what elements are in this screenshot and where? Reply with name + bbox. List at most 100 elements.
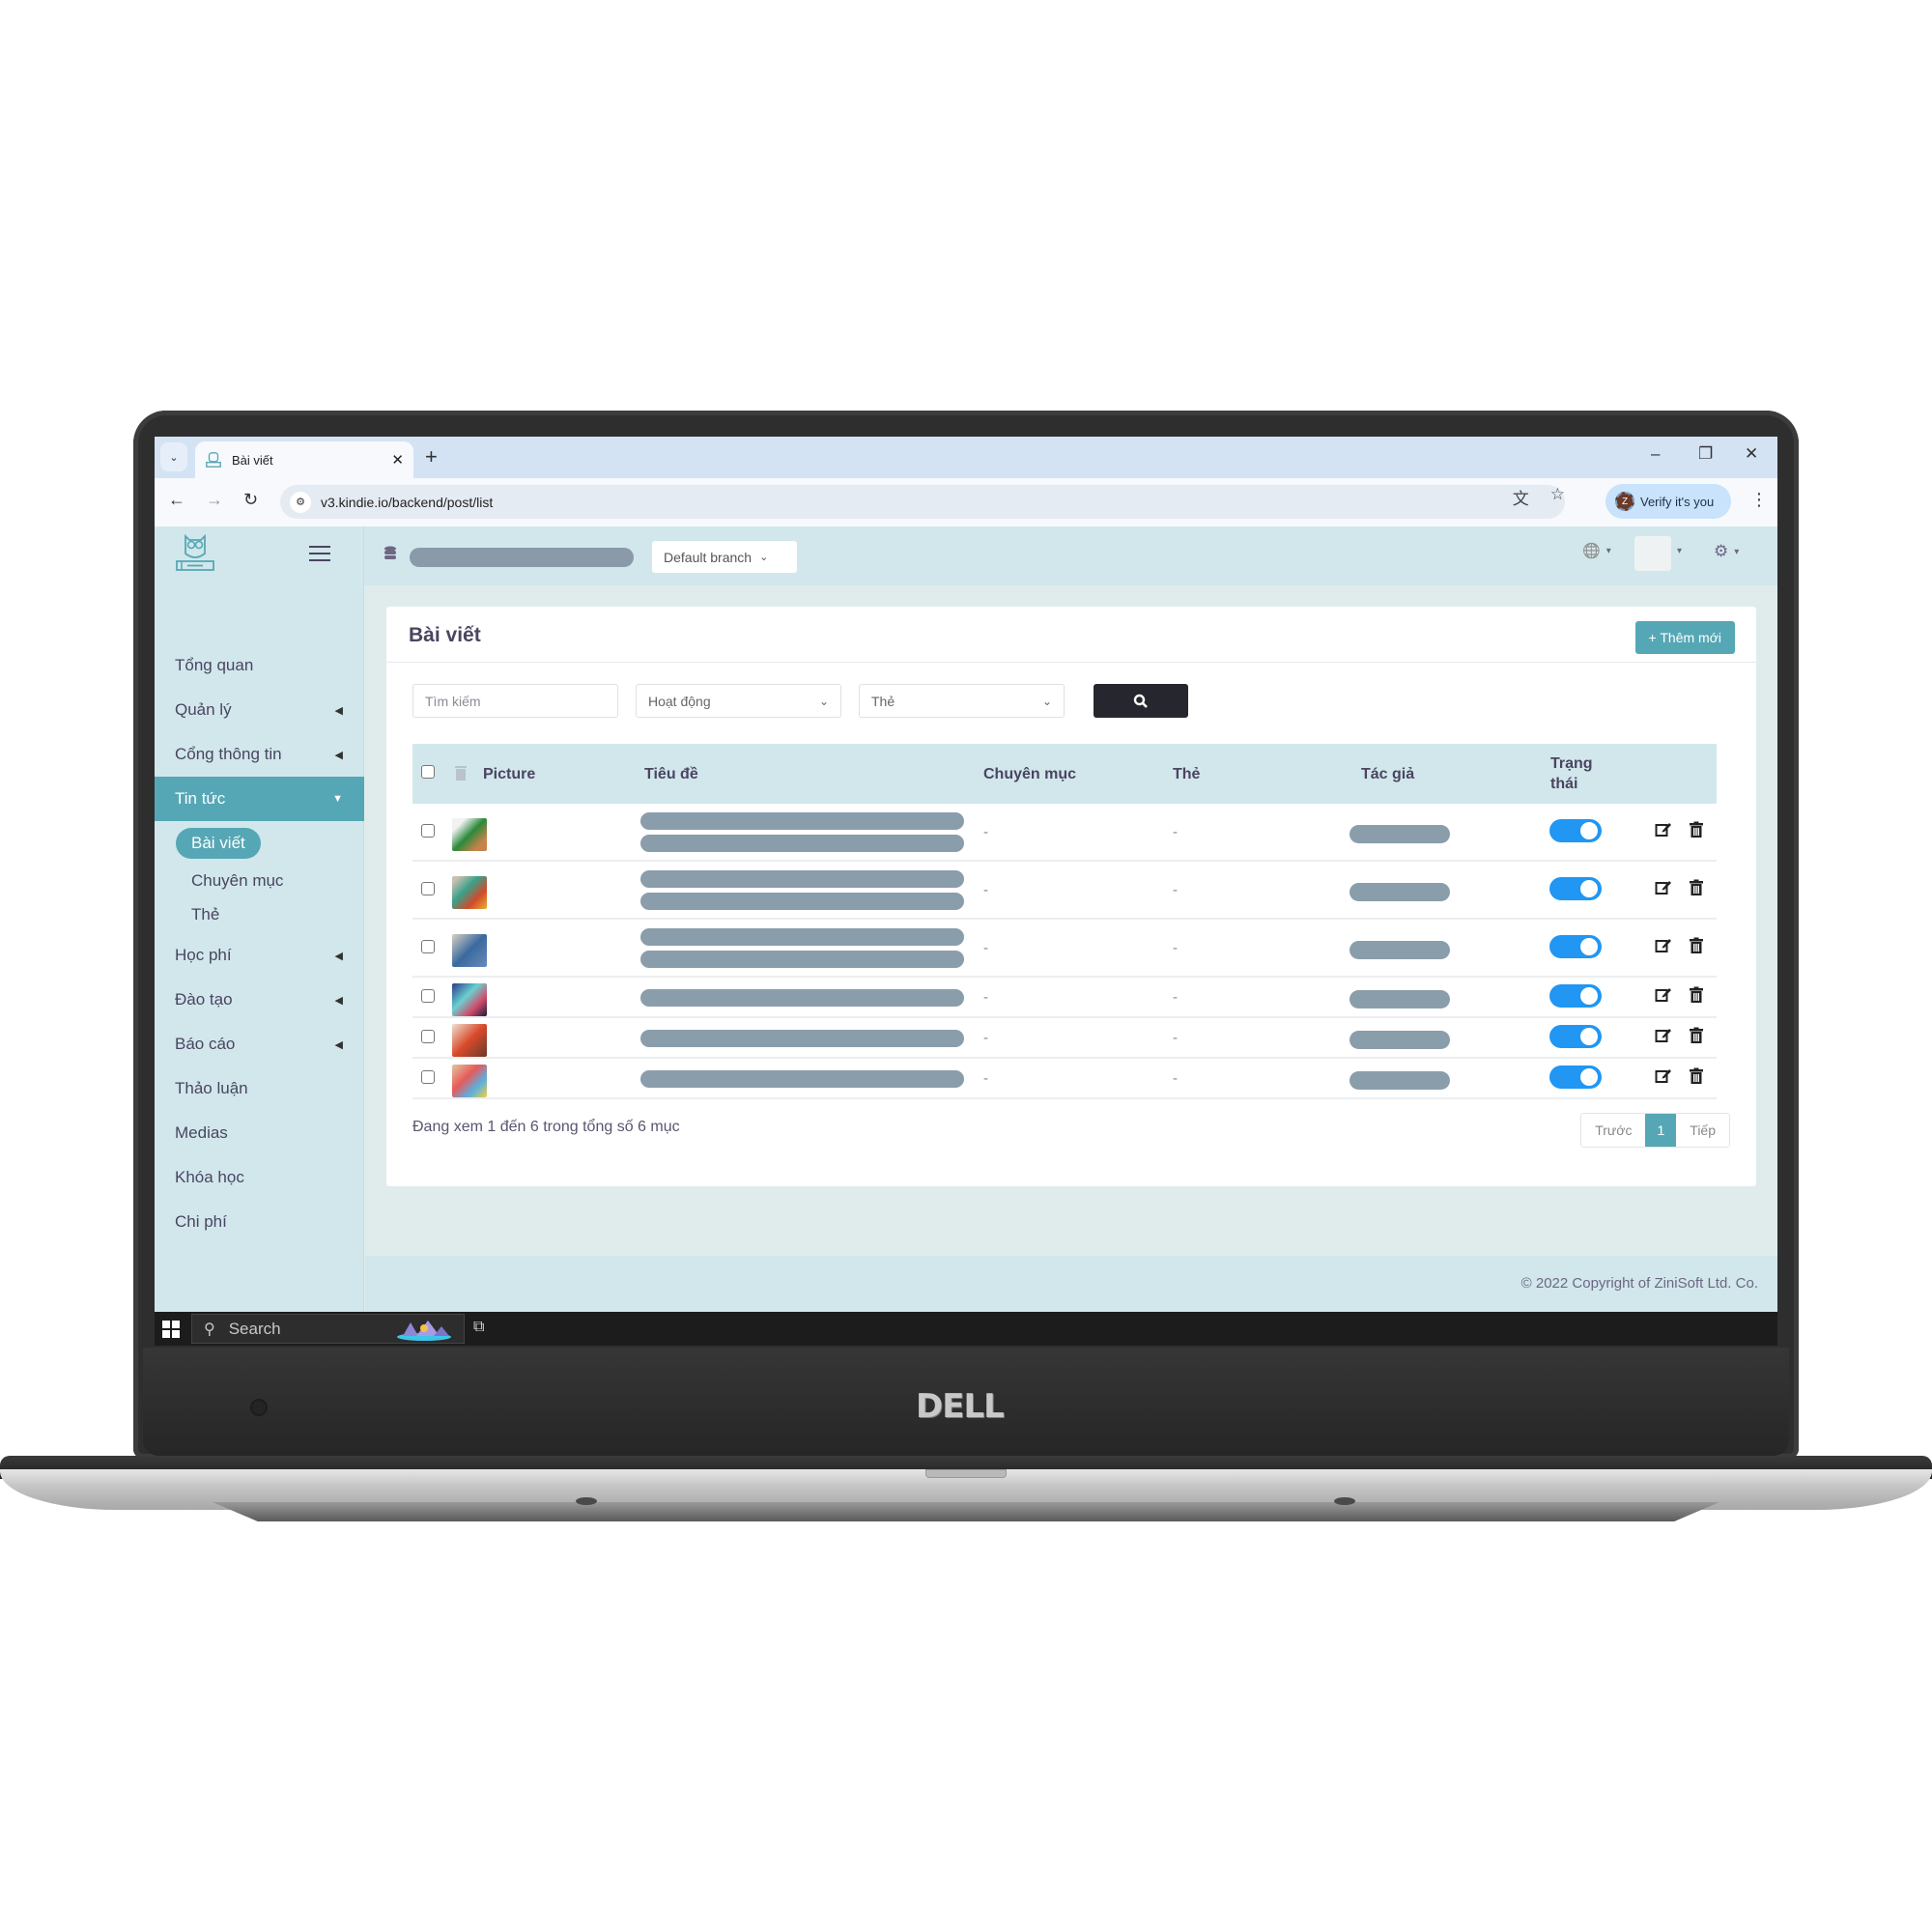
redacted-title[interactable] — [640, 1070, 964, 1088]
status-toggle[interactable] — [1549, 877, 1602, 900]
row-checkbox[interactable] — [421, 1070, 435, 1084]
delete-icon[interactable] — [1688, 879, 1705, 896]
redacted-title[interactable] — [640, 870, 964, 888]
row-checkbox[interactable] — [421, 882, 435, 895]
new-tab-button[interactable]: + — [425, 444, 438, 469]
pagination-next[interactable]: Tiếp — [1676, 1114, 1729, 1147]
bookmark-star-icon[interactable]: ☆ — [1550, 485, 1565, 509]
row-category: - — [983, 1070, 988, 1087]
forward-arrow-icon[interactable]: → — [206, 490, 223, 510]
url-text[interactable]: v3.kindie.io/backend/post/list — [321, 495, 493, 510]
redacted-title[interactable] — [640, 928, 964, 946]
search-input[interactable] — [412, 684, 618, 718]
settings-menu[interactable]: ⚙ ▾ — [1714, 542, 1739, 561]
reload-icon[interactable]: ↻ — [243, 490, 258, 510]
windows-taskbar: ⚲ Search ⧉ — [155, 1312, 1777, 1346]
redacted-title[interactable] — [640, 1030, 964, 1047]
windows-start-icon[interactable] — [162, 1321, 180, 1338]
delete-icon[interactable] — [1688, 821, 1705, 838]
status-toggle[interactable] — [1549, 984, 1602, 1008]
post-thumbnail[interactable] — [452, 1024, 487, 1057]
pagination-page-1[interactable]: 1 — [1645, 1114, 1677, 1147]
post-thumbnail[interactable] — [452, 1065, 487, 1097]
owl-favicon-icon — [206, 452, 221, 468]
post-thumbnail[interactable] — [452, 876, 487, 909]
browser-menu-icon[interactable]: ⋮ — [1750, 490, 1768, 510]
row-tag: - — [1173, 882, 1178, 898]
task-view-icon[interactable]: ⧉ — [473, 1319, 484, 1336]
taskbar-search[interactable]: ⚲ Search — [191, 1314, 465, 1344]
redacted-title[interactable] — [640, 951, 964, 968]
sidebar-item-expenses[interactable]: Chi phí — [155, 1200, 364, 1244]
sidebar-subitem-tags[interactable]: Thẻ — [191, 905, 219, 924]
sidebar-item-overview[interactable]: Tổng quan — [155, 643, 364, 688]
status-toggle[interactable] — [1549, 1065, 1602, 1089]
bulk-delete-icon[interactable] — [454, 764, 468, 781]
row-checkbox[interactable] — [421, 989, 435, 1003]
filter-bar: Hoạt động ⌄ Thẻ ⌄ — [412, 684, 1188, 718]
post-thumbnail[interactable] — [452, 983, 487, 1016]
sidebar-item-training[interactable]: Đào tạo ◀ — [155, 978, 364, 1022]
language-menu[interactable]: 🌐 ▾ — [1582, 542, 1611, 559]
redacted-title[interactable] — [640, 989, 964, 1007]
delete-icon[interactable] — [1688, 1027, 1705, 1044]
redacted-title[interactable] — [640, 893, 964, 910]
redacted-title[interactable] — [640, 812, 964, 830]
status-toggle[interactable] — [1549, 819, 1602, 842]
row-tag: - — [1173, 1070, 1178, 1087]
branch-select[interactable]: Default branch ⌄ — [652, 541, 797, 573]
add-new-button[interactable]: + Thêm mới — [1634, 621, 1735, 654]
post-thumbnail[interactable] — [452, 934, 487, 967]
sidebar-subitem-posts[interactable]: Bài viết — [176, 828, 261, 859]
restore-icon[interactable]: ❐ — [1698, 444, 1713, 464]
row-checkbox[interactable] — [421, 940, 435, 953]
tab-list-button[interactable]: ⌄ — [160, 442, 187, 471]
post-thumbnail[interactable] — [452, 818, 487, 851]
user-avatar-button[interactable] — [1634, 536, 1671, 571]
sidebar-item-discussions[interactable]: Thảo luận — [155, 1066, 364, 1111]
pagination-previous[interactable]: Trước — [1581, 1114, 1646, 1147]
row-checkbox[interactable] — [421, 824, 435, 838]
select-all-checkbox[interactable] — [421, 765, 435, 779]
back-arrow-icon[interactable]: ← — [168, 490, 185, 510]
edit-icon[interactable] — [1655, 821, 1672, 838]
delete-icon[interactable] — [1688, 986, 1705, 1004]
sidebar-item-news[interactable]: Tin tức ▼ — [155, 777, 364, 821]
search-button[interactable] — [1094, 684, 1188, 718]
address-bar[interactable]: ⚙ v3.kindie.io/backend/post/list — [280, 485, 1565, 519]
sidebar-item-courses[interactable]: Khóa học — [155, 1155, 364, 1200]
edit-icon[interactable] — [1655, 937, 1672, 954]
sidebar-item-tuition[interactable]: Học phí ◀ — [155, 933, 364, 978]
sidebar: Tổng quan Quản lý ◀ Cổng thông tin ◀ Tin t… — [155, 585, 364, 1346]
menu-toggle-button[interactable] — [309, 546, 330, 561]
status-toggle[interactable] — [1549, 1025, 1602, 1048]
sidebar-item-portal[interactable]: Cổng thông tin ◀ — [155, 732, 364, 777]
edit-icon[interactable] — [1655, 1067, 1672, 1085]
minimize-icon[interactable]: – — [1651, 444, 1660, 464]
caret-down-icon[interactable]: ▾ — [1677, 546, 1682, 556]
close-tab-icon[interactable]: ✕ — [391, 451, 404, 469]
status-toggle[interactable] — [1549, 935, 1602, 958]
sidebar-subitem-categories[interactable]: Chuyên mục — [191, 871, 283, 891]
delete-icon[interactable] — [1688, 1067, 1705, 1085]
edit-icon[interactable] — [1655, 879, 1672, 896]
redacted-author — [1350, 1071, 1450, 1090]
column-header-title: Tiêu đề — [644, 765, 698, 782]
status-filter-select[interactable]: Hoạt động ⌄ — [636, 684, 841, 718]
webcam-indicator — [250, 1399, 268, 1416]
sidebar-item-management[interactable]: Quản lý ◀ — [155, 688, 364, 732]
delete-icon[interactable] — [1688, 937, 1705, 954]
redacted-title[interactable] — [640, 835, 964, 852]
browser-tab-active[interactable]: Bài viết ✕ — [195, 441, 413, 478]
edit-icon[interactable] — [1655, 1027, 1672, 1044]
edit-icon[interactable] — [1655, 986, 1672, 1004]
sidebar-item-reports[interactable]: Báo cáo ◀ — [155, 1022, 364, 1066]
column-header-tag: Thẻ — [1173, 765, 1201, 782]
sidebar-item-medias[interactable]: Medias — [155, 1111, 364, 1155]
tag-filter-select[interactable]: Thẻ ⌄ — [859, 684, 1065, 718]
window-close-icon[interactable]: ✕ — [1745, 444, 1758, 464]
verify-profile-chip[interactable]: Z Verify it's you — [1605, 484, 1731, 519]
site-settings-icon[interactable]: ⚙ — [290, 491, 311, 513]
translate-icon[interactable]: ⽂ — [1513, 485, 1529, 509]
row-checkbox[interactable] — [421, 1030, 435, 1043]
